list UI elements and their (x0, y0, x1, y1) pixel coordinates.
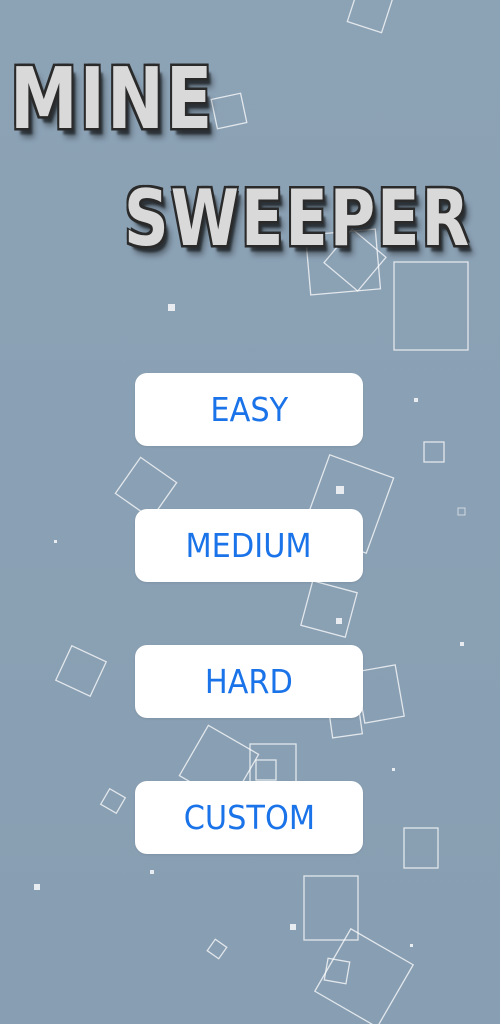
custom-button-label: CUSTOM (183, 798, 315, 837)
title-sweeper: SWEEPER (124, 172, 472, 264)
title-mine: MINE (10, 50, 215, 150)
hard-button[interactable]: HARD (135, 645, 363, 718)
main-menu-screen: MINE SWEEPER EASY MEDIUM HARD CUSTOM (0, 0, 500, 1024)
easy-button[interactable]: EASY (135, 373, 363, 446)
medium-button-label: MEDIUM (185, 526, 313, 565)
medium-button[interactable]: MEDIUM (135, 509, 363, 582)
hard-button-label: HARD (204, 662, 294, 701)
easy-button-label: EASY (210, 390, 288, 429)
custom-button[interactable]: CUSTOM (135, 781, 363, 854)
